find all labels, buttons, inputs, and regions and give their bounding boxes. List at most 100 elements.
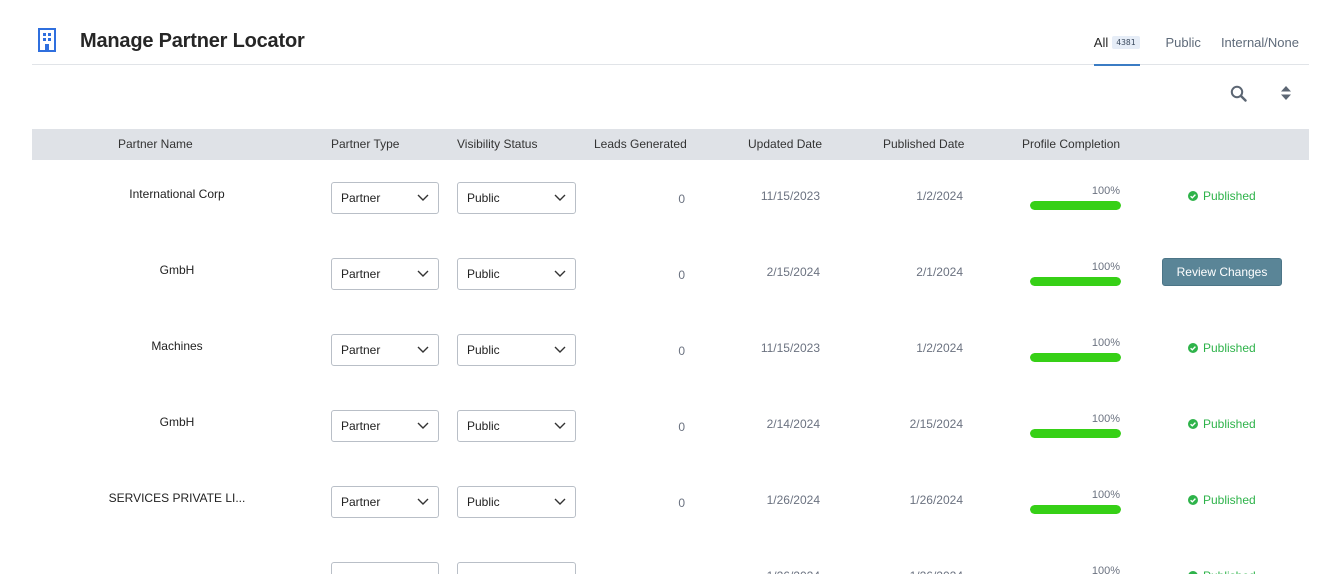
- chevron-down-icon: [554, 346, 566, 353]
- search-icon[interactable]: [1229, 84, 1247, 102]
- chevron-down-icon: [417, 422, 429, 429]
- partner-type-value: Partner: [341, 343, 381, 357]
- published-status: Published: [1188, 569, 1256, 574]
- tab-all-count: 4381: [1112, 36, 1140, 49]
- column-header-published-date[interactable]: Published Date: [883, 129, 964, 160]
- profile-completion-bar: [1030, 277, 1121, 286]
- profile-completion-fill: [1030, 201, 1121, 210]
- updated-date: 1/26/2024: [730, 569, 820, 574]
- visibility-status-select[interactable]: Public: [457, 486, 576, 518]
- updated-date: 11/15/2023: [760, 341, 820, 355]
- updated-date: 2/15/2024: [766, 265, 820, 279]
- column-header-leads-generated[interactable]: Leads Generated: [594, 129, 687, 160]
- column-header-profile-completion[interactable]: Profile Completion: [1022, 129, 1120, 160]
- check-circle-icon: [1188, 191, 1198, 201]
- profile-completion-fill: [1030, 505, 1121, 514]
- building-icon: [38, 28, 56, 52]
- partner-type-select[interactable]: Partner: [331, 334, 439, 366]
- check-circle-icon: [1188, 495, 1198, 505]
- profile-completion-percent: 100%: [1091, 565, 1120, 574]
- leads-generated: 0: [678, 344, 685, 358]
- partner-type-value: Partner: [341, 419, 381, 433]
- visibility-status-select[interactable]: Public: [457, 182, 576, 214]
- profile-completion-bar: [1030, 353, 1121, 362]
- profile-completion-fill: [1030, 277, 1121, 286]
- review-changes-button[interactable]: Review Changes: [1162, 258, 1282, 286]
- profile-completion-fill: [1030, 353, 1121, 362]
- partner-type-select[interactable]: Partner: [331, 410, 439, 442]
- filter-tabs: All 4381 Public Internal/None: [1084, 20, 1309, 66]
- visibility-status-select[interactable]: Public: [457, 334, 576, 366]
- visibility-status-select[interactable]: Public: [457, 410, 576, 442]
- published-status: Published: [1188, 417, 1256, 431]
- partner-type-select[interactable]: Partner: [331, 258, 439, 290]
- leads-generated: 0: [678, 496, 685, 510]
- published-status: Published: [1188, 493, 1256, 507]
- tab-all-label: All: [1093, 35, 1109, 50]
- partner-name[interactable]: Machines: [32, 339, 322, 353]
- column-header-updated-date[interactable]: Updated Date: [748, 129, 822, 160]
- column-header-partner-type[interactable]: Partner Type: [331, 129, 399, 160]
- partner-type-value: Partner: [341, 267, 381, 281]
- published-status-label: Published: [1203, 417, 1256, 431]
- updated-date: 2/14/2024: [766, 417, 820, 431]
- profile-completion-bar: [1030, 505, 1121, 514]
- published-date: 1/2/2024: [916, 341, 963, 355]
- tab-internal[interactable]: Internal/None: [1211, 20, 1309, 65]
- table-row: Machines Partner Public 0 11/15/2023 1/2/2024…: [32, 312, 1309, 388]
- chevron-down-icon: [554, 498, 566, 505]
- visibility-status-value: Public: [467, 419, 500, 433]
- profile-completion-percent: 100%: [1091, 261, 1120, 273]
- published-date: 2/1/2024: [916, 265, 963, 279]
- chevron-down-icon: [417, 498, 429, 505]
- partner-name[interactable]: GmbH: [32, 415, 322, 429]
- visibility-status-select[interactable]: Public: [457, 258, 576, 290]
- table-row: International Corp Partner Public 0 11/15/20…: [32, 160, 1309, 236]
- page-title: Manage Partner Locator: [80, 30, 305, 52]
- visibility-status-value: Public: [467, 267, 500, 281]
- updated-date: 11/15/2023: [760, 189, 820, 203]
- partner-type-value: Partner: [341, 495, 381, 509]
- published-status: Published: [1188, 341, 1256, 355]
- sort-icon[interactable]: [1277, 84, 1295, 102]
- published-status-label: Published: [1203, 569, 1256, 574]
- partner-name[interactable]: International Corp: [32, 187, 322, 201]
- check-circle-icon: [1188, 343, 1198, 353]
- partner-type-select[interactable]: Partner: [331, 182, 439, 214]
- profile-completion-bar: [1030, 201, 1121, 210]
- chevron-down-icon: [417, 346, 429, 353]
- chevron-down-icon: [554, 270, 566, 277]
- leads-generated: 0: [678, 268, 685, 282]
- visibility-status-value: Public: [467, 495, 500, 509]
- table-row: SERVICES PRIVATE LI... Partner Public 0 1/26…: [32, 464, 1309, 540]
- tab-all[interactable]: All 4381: [1084, 20, 1150, 66]
- tab-public[interactable]: Public: [1156, 20, 1211, 65]
- published-status: Published: [1188, 189, 1256, 203]
- partner-name[interactable]: SERVICES PRIVATE LI...: [32, 491, 322, 505]
- partner-type-select[interactable]: [331, 562, 439, 574]
- table-header: Partner Name Partner Type Visibility Sta…: [32, 129, 1309, 160]
- visibility-status-value: Public: [467, 343, 500, 357]
- tab-public-label: Public: [1165, 35, 1201, 50]
- profile-completion-bar: [1030, 429, 1121, 438]
- profile-completion-percent: 100%: [1091, 185, 1120, 197]
- column-header-visibility-status[interactable]: Visibility Status: [457, 129, 537, 160]
- partner-type-value: Partner: [341, 191, 381, 205]
- table-row: GmbH Partner Public 0 2/15/2024 2/1/2024 100% R…: [32, 236, 1309, 312]
- partner-name[interactable]: GmbH: [32, 263, 322, 277]
- visibility-status-select[interactable]: [457, 562, 576, 574]
- partner-type-select[interactable]: Partner: [331, 486, 439, 518]
- page-header: Manage Partner Locator All 4381 Public I…: [32, 20, 1309, 66]
- chevron-down-icon: [554, 194, 566, 201]
- published-date: 1/26/2024: [909, 493, 963, 507]
- check-circle-icon: [1188, 419, 1198, 429]
- leads-generated: 0: [678, 192, 685, 206]
- chevron-down-icon: [417, 194, 429, 201]
- published-status-label: Published: [1203, 189, 1256, 203]
- chevron-down-icon: [554, 422, 566, 429]
- published-date: 1/26/2024: [873, 569, 963, 574]
- profile-completion-fill: [1030, 429, 1121, 438]
- profile-completion-percent: 100%: [1091, 337, 1120, 349]
- profile-completion-percent: 100%: [1091, 413, 1120, 425]
- column-header-partner-name[interactable]: Partner Name: [118, 129, 193, 160]
